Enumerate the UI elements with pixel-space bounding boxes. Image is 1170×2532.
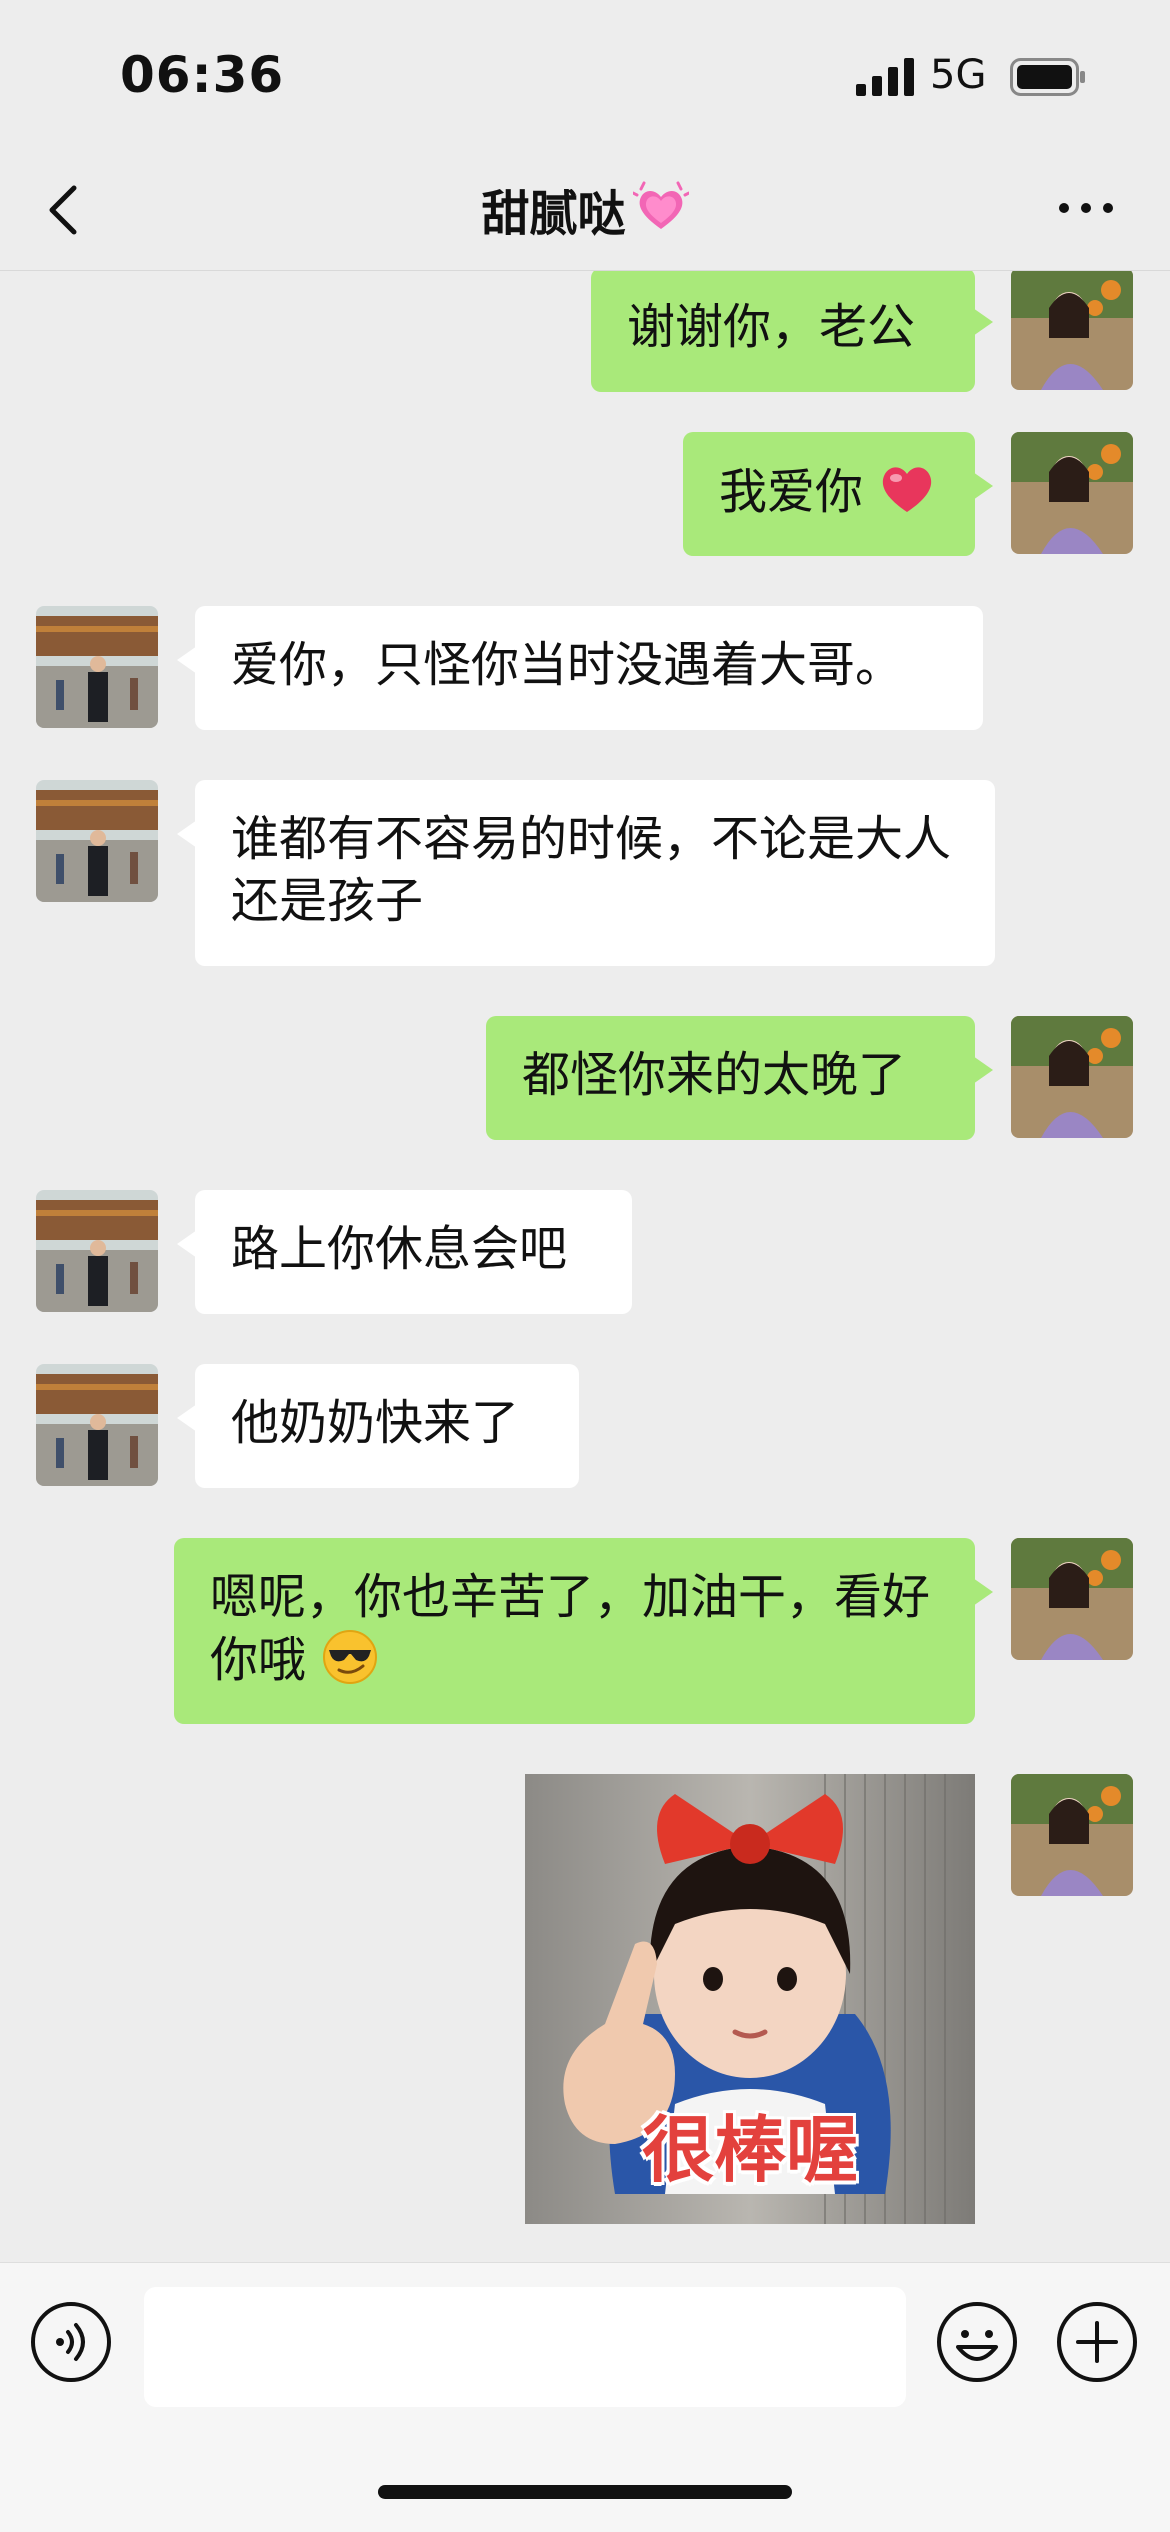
more-dots-icon[interactable] xyxy=(1056,196,1116,220)
voice-icon[interactable] xyxy=(30,2301,112,2383)
message-bubble-theirs[interactable]: 他奶奶快来了 xyxy=(177,1364,579,1488)
sticker-message[interactable]: 很棒喔 xyxy=(525,1774,975,2224)
message-text: 谢谢你，老公 xyxy=(627,299,916,355)
message-bubble-theirs[interactable]: 路上你休息会吧 xyxy=(177,1190,632,1314)
status-time: 06:36 xyxy=(120,46,285,104)
my-avatar[interactable] xyxy=(1011,1774,1133,1896)
message-text: 谁都有不容易的时候，不论是大人还是孩子 xyxy=(231,811,952,929)
message-list[interactable]: 谢谢你，老公 我爱你 爱你，只怪你当时没遇着大哥。 谁都有不容易的时候，不论是大… xyxy=(0,271,1170,2261)
network-type: 5G xyxy=(930,52,987,98)
message-text: 爱你，只怪你当时没遇着大哥。 xyxy=(231,637,904,693)
contact-avatar[interactable] xyxy=(36,1190,158,1312)
message-bubble-mine[interactable]: 嗯呢，你也辛苦了，加油干，看好你哦 xyxy=(174,1538,993,1724)
message-text: 他奶奶快来了 xyxy=(231,1395,520,1451)
sticker-caption: 很棒喔 xyxy=(641,2108,858,2192)
signal-icon xyxy=(856,58,914,96)
message-text: 我爱你 xyxy=(719,464,864,520)
my-avatar[interactable] xyxy=(1011,432,1133,554)
input-bar xyxy=(0,2262,1170,2532)
chat-header: 甜腻哒 xyxy=(0,150,1170,271)
message-bubble-mine[interactable]: 我爱你 xyxy=(683,432,993,556)
my-avatar[interactable] xyxy=(1011,271,1133,390)
contact-avatar[interactable] xyxy=(36,1364,158,1486)
my-avatar[interactable] xyxy=(1011,1538,1133,1660)
message-bubble-mine[interactable]: 都怪你来的太晚了 xyxy=(486,1016,993,1140)
chat-screen: 06:36 5G 甜腻哒 谢谢你，老公 我爱你 爱你，只怪你当时没遇着大哥。 谁… xyxy=(0,0,1170,2532)
home-indicator[interactable] xyxy=(378,2485,792,2499)
message-bubble-theirs[interactable]: 爱你，只怪你当时没遇着大哥。 xyxy=(177,606,983,730)
sparkling-heart-icon xyxy=(632,181,689,229)
chat-title-wrap: 甜腻哒 xyxy=(0,174,1170,244)
status-bar: 06:36 5G xyxy=(0,0,1170,150)
message-bubble-theirs[interactable]: 谁都有不容易的时候，不论是大人还是孩子 xyxy=(177,780,995,966)
message-input[interactable] xyxy=(144,2287,906,2407)
message-bubble-mine[interactable]: 谢谢你，老公 xyxy=(591,271,993,392)
message-text: 路上你休息会吧 xyxy=(231,1221,568,1277)
my-avatar[interactable] xyxy=(1011,1016,1133,1138)
red-heart-icon xyxy=(883,467,932,512)
contact-avatar[interactable] xyxy=(36,780,158,902)
battery-icon xyxy=(1010,58,1085,96)
emoji-icon[interactable] xyxy=(936,2301,1018,2383)
sunglasses-face-icon xyxy=(323,1630,378,1684)
contact-avatar[interactable] xyxy=(36,606,158,728)
message-text: 嗯呢，你也辛苦了，加油干，看好你哦 xyxy=(210,1569,931,1688)
plus-icon[interactable] xyxy=(1056,2301,1138,2383)
chat-title: 甜腻哒 xyxy=(481,186,626,242)
message-text: 都怪你来的太晚了 xyxy=(522,1047,907,1103)
